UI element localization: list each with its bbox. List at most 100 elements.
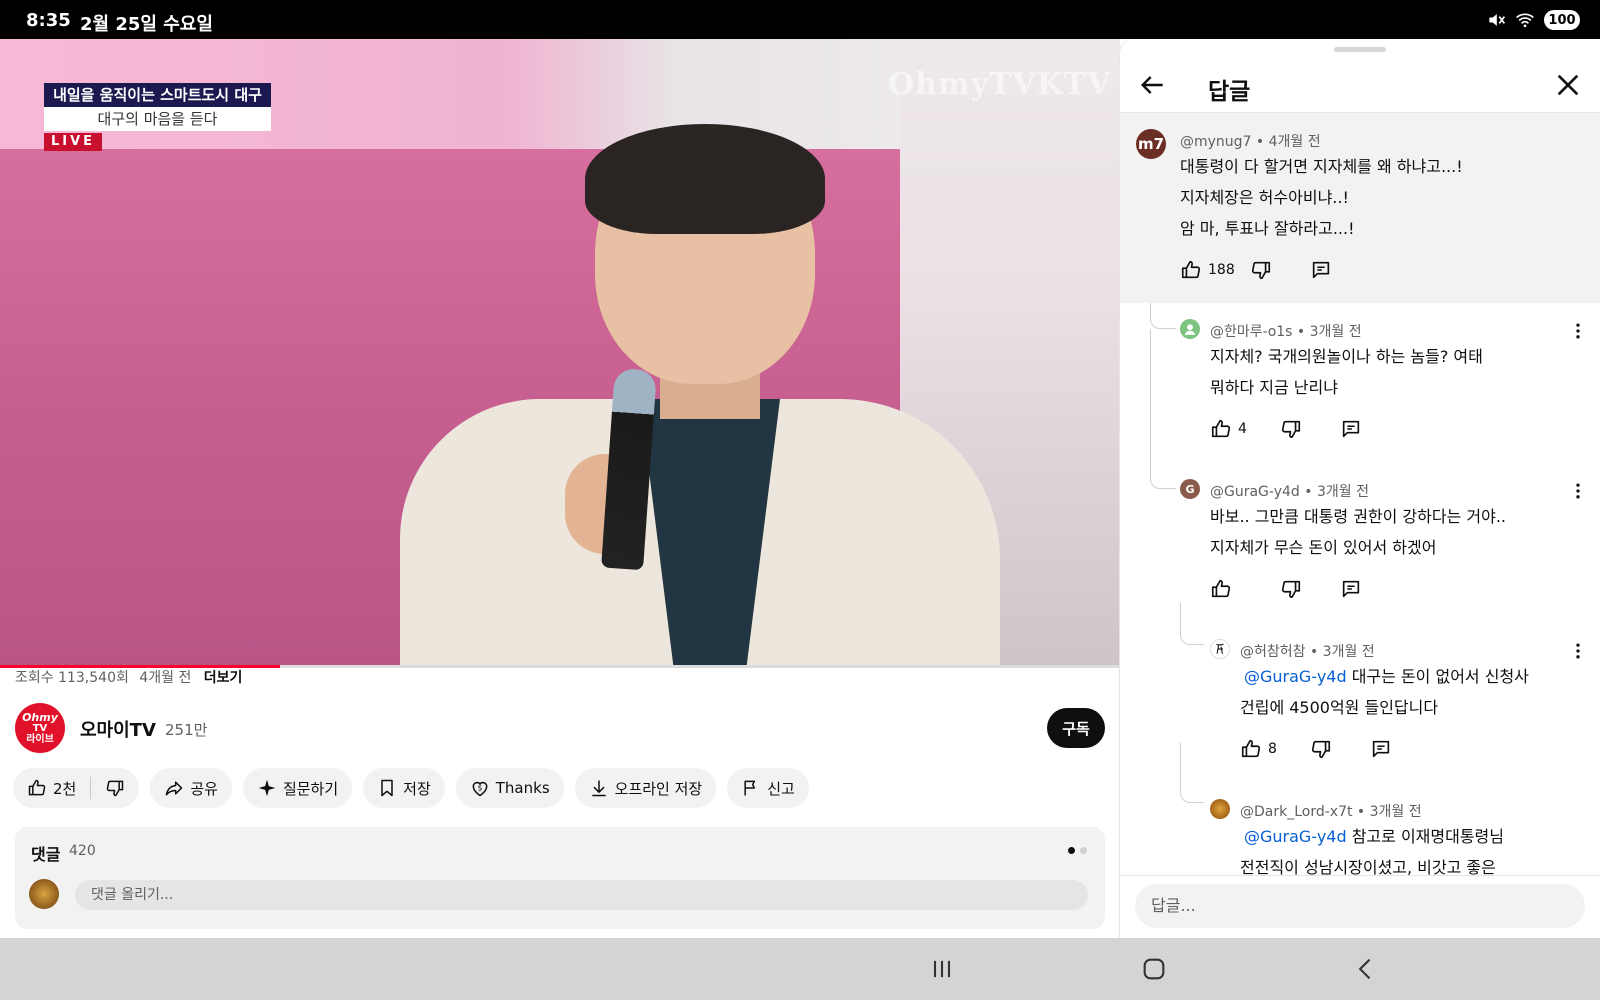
like-button[interactable]: 8 [1240, 738, 1310, 760]
like-button[interactable] [1210, 578, 1280, 600]
reply-icon[interactable] [1340, 578, 1362, 600]
comment-text-line: @GuraG-y4d 대구는 돈이 없어서 신청사 [1244, 661, 1529, 692]
comment-text: 참고로 이재명대통령님 [1346, 827, 1504, 846]
calligraphy-avatar-icon [1216, 643, 1224, 654]
comment-actions: 188 [1180, 258, 1332, 282]
thumbs-up-icon [1211, 579, 1231, 598]
action-bar: 2천 공유 질문하기 저장 $ Thanks 오프라인 저장 신고 [13, 768, 809, 808]
video-player[interactable]: OhmyTVKTV 내일을 움직이는 스마트도시 대구 대구의 마음을 듣다 L… [0, 39, 1120, 665]
report-button[interactable]: 신고 [727, 768, 809, 808]
comment-input[interactable]: 댓글 올리기... [75, 880, 1088, 910]
comment-avatar[interactable] [1180, 319, 1200, 339]
channel-avatar-text: TV [32, 722, 48, 734]
comments-title: 댓글 [31, 845, 61, 864]
comment-avatar[interactable]: m7 [1136, 129, 1166, 159]
comment-avatar[interactable] [1210, 799, 1230, 819]
recent-apps-icon[interactable] [928, 955, 956, 983]
comment-text: 대구는 돈이 없어서 신청사 [1346, 667, 1529, 686]
dislike-button[interactable] [1310, 738, 1370, 760]
thumbs-down-icon[interactable] [105, 778, 125, 798]
thumbs-down-icon [1311, 740, 1331, 759]
comment-author[interactable]: @허참허참 • 3개월 전 [1240, 641, 1375, 661]
reply-icon[interactable] [1340, 418, 1362, 440]
dislike-button[interactable] [1280, 578, 1340, 600]
dislike-button[interactable] [1280, 418, 1340, 440]
like-count: 188 [1208, 262, 1235, 278]
ask-button[interactable]: 질문하기 [242, 768, 353, 808]
offline-save-button[interactable]: 오프라인 저장 [574, 768, 717, 808]
page-indicator [1068, 847, 1087, 854]
home-icon[interactable] [1140, 955, 1168, 983]
back-arrow-icon[interactable] [1136, 69, 1168, 101]
reply-icon[interactable] [1310, 259, 1332, 281]
replies-panel: 답글 m7 @mynug7 • 4개월 전 대통령이 다 할거면 지자체를 왜 … [1120, 39, 1600, 938]
mute-icon [1489, 14, 1505, 26]
comment-author[interactable]: @mynug7 • 4개월 전 [1180, 131, 1321, 151]
comment-text-line: 건립에 4500억원 들인답니다 [1240, 698, 1439, 717]
panel-header: 답글 [1120, 55, 1600, 115]
video-meta[interactable]: 조회수 113,540회 4개월 전 더보기 [15, 667, 242, 687]
drag-handle[interactable] [1334, 47, 1386, 52]
heart-dollar-icon: $ [472, 781, 488, 797]
comment-avatar[interactable] [1210, 639, 1230, 659]
thumbs-up-icon[interactable] [27, 778, 47, 798]
status-date: 2월 25일 수요일 [80, 14, 213, 35]
channel-name[interactable]: 오마이TV [80, 716, 156, 742]
comment-text-line: 지자체장은 허수아비냐..! [1180, 188, 1349, 207]
ask-label: 질문하기 [282, 779, 339, 798]
divider [90, 777, 92, 799]
like-count[interactable]: 2천 [53, 778, 76, 799]
reply-input[interactable]: 답글... [1135, 884, 1585, 928]
back-icon[interactable] [1352, 955, 1380, 983]
comment-text-line: 바보.. 그만큼 대통령 권한이 강하다는 거야.. [1210, 507, 1507, 526]
mention-link[interactable]: @GuraG-y4d [1244, 827, 1347, 846]
parent-comment: m7 @mynug7 • 4개월 전 대통령이 다 할거면 지자체를 왜 하냐고… [1120, 113, 1600, 303]
more-options-icon[interactable] [1568, 639, 1588, 663]
offline-save-label: 오프라인 저장 [614, 779, 703, 798]
comment-text-line: 대통령이 다 할거면 지자체를 왜 하냐고...! [1180, 157, 1463, 176]
battery-indicator: 100 [1544, 10, 1580, 30]
user-avatar [29, 879, 59, 909]
share-button[interactable]: 공유 [150, 768, 232, 808]
thread-line [1180, 603, 1204, 645]
thread-line [1150, 329, 1151, 481]
comment-text-line: 암 마, 투표나 잘하라고...! [1180, 219, 1355, 238]
status-time: 8:35 [26, 10, 71, 31]
comment-actions: 4 [1210, 417, 1362, 441]
subscribe-button[interactable]: 구독 [1047, 708, 1105, 748]
status-icons: 100 [1486, 8, 1580, 32]
comment-text-line: 전전직이 성남시장이셨고, 비갓고 좋은 [1240, 858, 1496, 875]
download-icon [591, 780, 606, 797]
report-label: 신고 [767, 779, 795, 798]
live-badge: LIVE [44, 133, 102, 151]
reply-list[interactable]: @한마루-o1s • 3개월 전 지자체? 국개의원놀이나 하는 놈들? 여태 … [1120, 303, 1600, 875]
thread-line [1150, 303, 1176, 329]
comments-section[interactable]: 댓글 420 댓글 올리기... [15, 827, 1105, 929]
view-count: 조회수 113,540회 [15, 670, 129, 686]
like-count: 4 [1238, 421, 1247, 437]
bookmark-icon [381, 779, 393, 797]
thanks-button[interactable]: $ Thanks [455, 768, 564, 808]
like-dislike-group: 2천 [13, 768, 140, 808]
close-icon[interactable] [1552, 69, 1584, 101]
dislike-button[interactable] [1250, 259, 1310, 281]
comment-author[interactable]: @Dark_Lord-x7t • 3개월 전 [1240, 801, 1422, 821]
comment-author[interactable]: @한마루-o1s • 3개월 전 [1210, 321, 1362, 341]
thumbs-down-icon [1281, 420, 1301, 439]
flag-icon [744, 780, 756, 796]
like-button[interactable]: 4 [1210, 418, 1280, 440]
mention-link[interactable]: @GuraG-y4d [1244, 667, 1347, 686]
thumbs-down-icon [1281, 580, 1301, 599]
save-label: 저장 [403, 779, 431, 798]
more-options-icon[interactable] [1568, 479, 1588, 503]
save-button[interactable]: 저장 [363, 768, 445, 808]
like-button[interactable]: 188 [1180, 259, 1250, 281]
channel-avatar[interactable]: Ohmy TV 라이브 [15, 703, 65, 753]
share-label: 공유 [190, 779, 218, 798]
reply-icon[interactable] [1370, 738, 1392, 760]
comment-avatar[interactable]: G [1180, 479, 1200, 499]
upload-age: 4개월 전 [139, 670, 192, 686]
more-options-icon[interactable] [1568, 319, 1588, 343]
more-button[interactable]: 더보기 [204, 670, 243, 686]
comment-author[interactable]: @GuraG-y4d • 3개월 전 [1210, 481, 1369, 501]
